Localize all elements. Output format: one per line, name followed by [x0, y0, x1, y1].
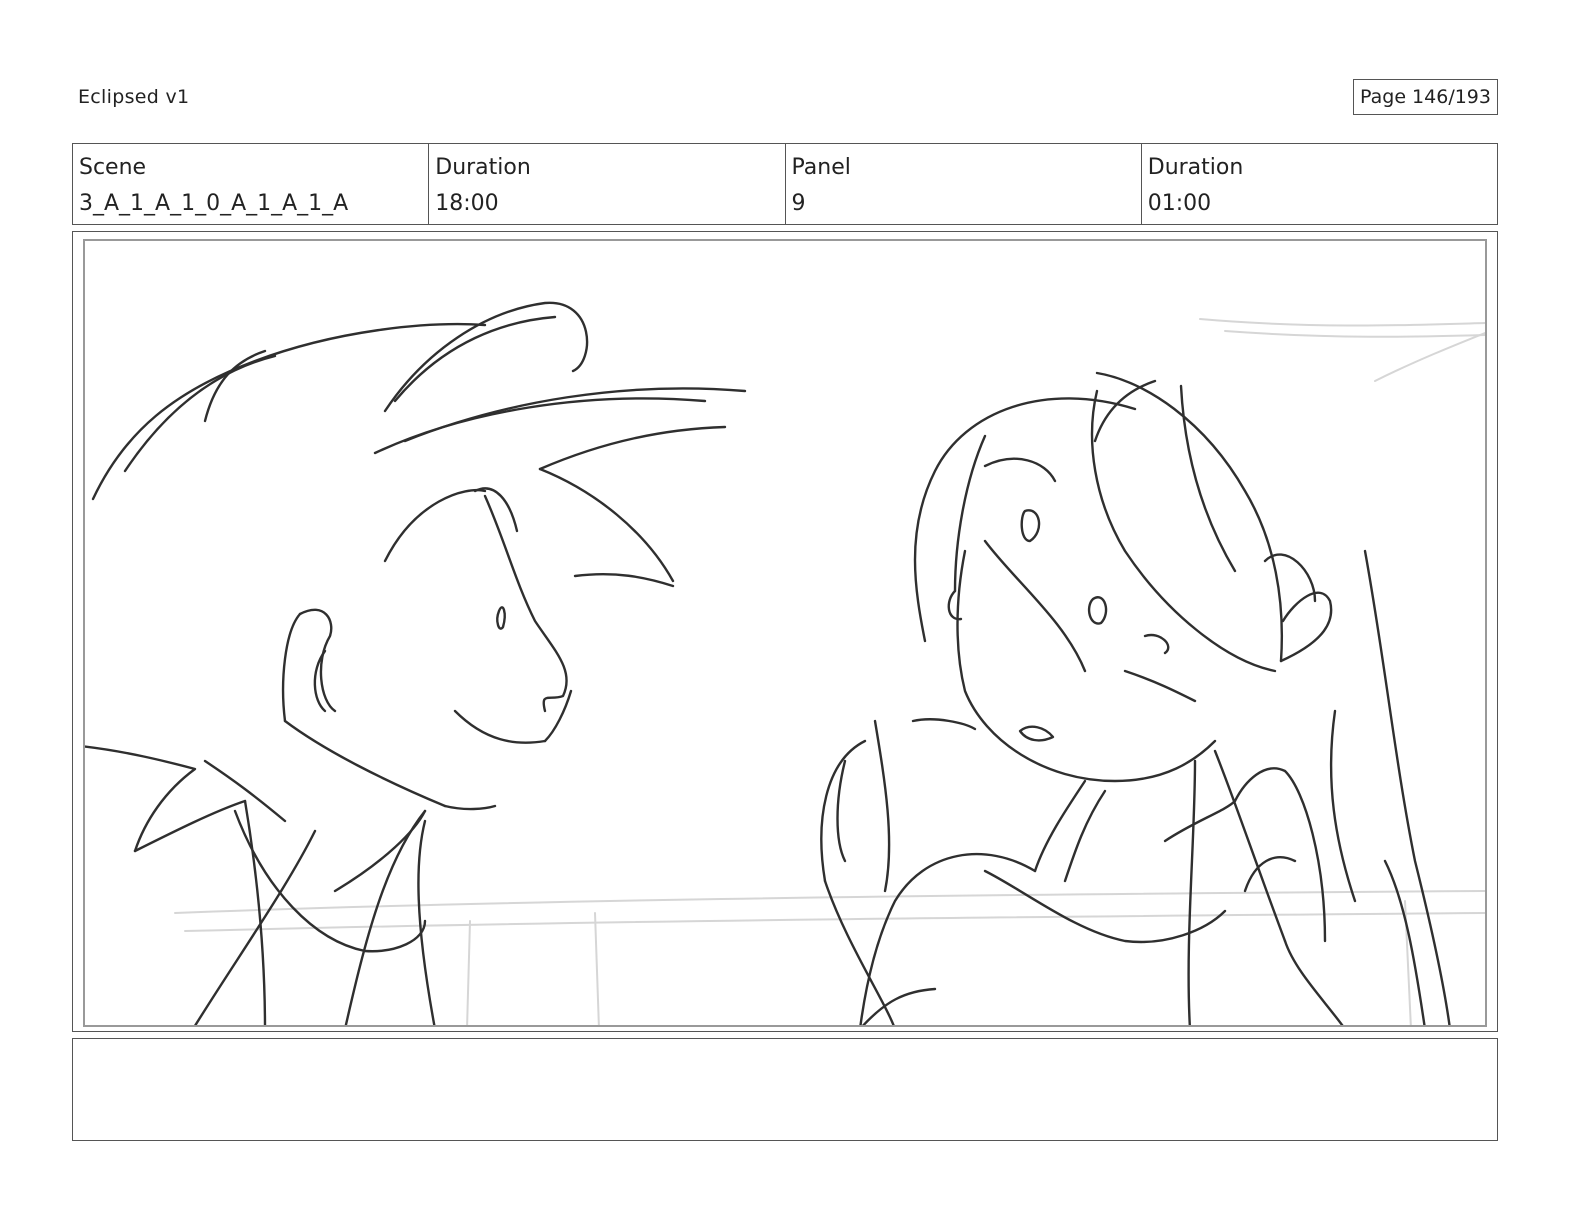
panel-duration-label: Duration: [1147, 155, 1244, 180]
page-indicator: Page 146/193: [1353, 79, 1498, 115]
panel-value: 9: [791, 191, 806, 216]
panel-image: [83, 239, 1487, 1027]
scene-cell: Scene 3_A_1_A_1_0_A_1_A_1_A: [73, 144, 430, 224]
panel-cell: Panel 9: [786, 144, 1142, 224]
boy-sketch: [85, 301, 747, 1025]
scene-duration-label: Duration: [435, 155, 531, 180]
scene-duration-value: 18:00: [435, 191, 499, 216]
scene-duration-cell: Duration 18:00: [429, 144, 786, 224]
scene-value: 3_A_1_A_1_0_A_1_A_1_A: [79, 191, 349, 216]
panel-label: Panel: [791, 155, 851, 180]
storyboard-sketch: [85, 301, 1485, 1025]
scene-label: Scene: [79, 155, 147, 180]
girl-sketch: [820, 371, 1451, 1025]
panel-info-table: Scene 3_A_1_A_1_0_A_1_A_1_A Duration 18:…: [72, 143, 1498, 225]
panel-duration-value: 01:00: [1147, 191, 1212, 216]
document-title: Eclipsed v1: [78, 86, 190, 108]
panel-frame: [72, 231, 1498, 1032]
panel-duration-cell: Duration 01:00: [1142, 144, 1497, 224]
panel-notes-box: [72, 1038, 1498, 1141]
